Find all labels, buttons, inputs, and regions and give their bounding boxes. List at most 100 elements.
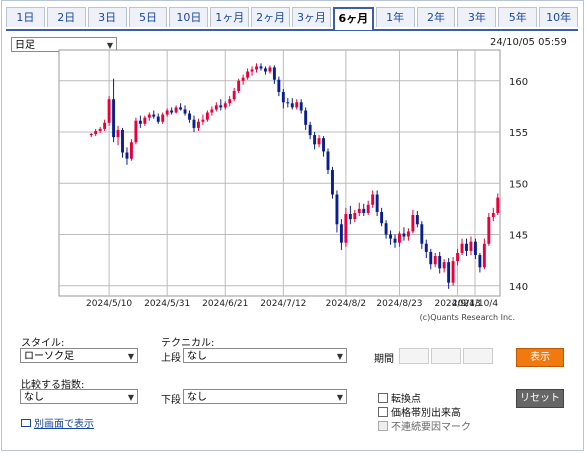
compare-index-select[interactable]: なし ▼ — [20, 389, 138, 404]
chevron-down-icon: ▼ — [127, 393, 134, 402]
candle-body — [339, 224, 343, 243]
candle-body — [170, 110, 174, 113]
candle-body — [420, 224, 424, 244]
period-input-1[interactable] — [399, 348, 429, 364]
candle-body — [433, 256, 437, 265]
copyright-text: (c)Quants Research Inc. — [420, 313, 515, 322]
x-tick-label: 2024/5/10 — [86, 299, 132, 309]
candle-body — [491, 212, 495, 218]
candle-body — [268, 67, 272, 72]
candle-body — [89, 134, 93, 136]
candle-body — [473, 241, 477, 255]
candle-body — [496, 197, 500, 213]
candle-body — [138, 120, 142, 124]
candle-body — [281, 92, 285, 103]
candle-body — [451, 261, 455, 283]
x-tick-label: 2024/8/2 — [326, 299, 366, 309]
candle-body — [134, 120, 138, 143]
lower-technical-select[interactable]: なし ▼ — [183, 389, 347, 404]
candle-body — [103, 122, 107, 129]
candle-body — [125, 152, 129, 159]
period-label: 期間 — [374, 354, 394, 365]
candle-body — [255, 66, 258, 70]
candle-body — [353, 212, 357, 220]
candle-body — [424, 243, 428, 252]
candle-body — [196, 121, 200, 128]
new-window-label: 別画面で表示 — [34, 419, 94, 430]
technical-label: テクニカル: — [161, 338, 215, 349]
candle-body — [482, 243, 486, 268]
candle-body — [241, 77, 245, 81]
candle-body — [94, 130, 98, 135]
candle-body — [121, 129, 124, 153]
candle-body — [152, 114, 156, 117]
discontinuity-label: 不連続要因マーク — [391, 422, 471, 433]
candle-body — [411, 215, 415, 232]
candle-body — [322, 138, 325, 152]
upper-technical-value: なし — [187, 351, 207, 362]
chevron-down-icon: ▼ — [336, 352, 343, 361]
candle-body — [348, 214, 352, 220]
period-input-2[interactable] — [431, 348, 461, 364]
candle-body — [214, 105, 218, 110]
candle-body — [406, 231, 410, 237]
candle-body — [129, 142, 133, 159]
candlestick-chart: 140 145 150 155 160 2024/5/10 2024/5/31 2024/6/… — [58, 49, 528, 322]
candle-body — [389, 234, 393, 239]
candle-body — [188, 113, 191, 120]
chevron-down-icon: ▼ — [336, 393, 343, 402]
discontinuity-checkbox[interactable]: 不連続要因マーク — [378, 418, 471, 433]
candle-body — [465, 243, 468, 251]
upper-technical-select[interactable]: なし ▼ — [183, 348, 347, 363]
style-select[interactable]: ローソク足 ▼ — [20, 348, 138, 363]
y-tick-label: 145 — [509, 231, 528, 242]
period-input-3[interactable] — [463, 348, 493, 364]
show-button[interactable]: 表示 — [516, 348, 564, 367]
style-label: スタイル: — [21, 338, 65, 349]
candle-body — [246, 71, 250, 78]
candle-body — [290, 103, 294, 108]
candle-body — [143, 117, 147, 124]
x-tick-label: 2024/8/23 — [376, 299, 422, 309]
turning-point-checkbox[interactable]: 転換点 — [378, 390, 421, 405]
candle-body — [295, 102, 299, 108]
candle-body — [429, 251, 433, 265]
volume-by-price-checkbox[interactable]: 価格帯別出来高 — [378, 404, 461, 419]
candle-body — [478, 255, 482, 268]
candle-body — [331, 169, 334, 195]
candle-body — [460, 243, 464, 253]
new-window-link[interactable]: 別画面で表示 — [21, 415, 94, 430]
candle-body — [442, 262, 446, 269]
candle-body — [366, 204, 370, 213]
candle-body — [223, 103, 227, 108]
reset-button[interactable]: リセット — [516, 389, 564, 408]
chevron-down-icon: ▼ — [127, 352, 134, 361]
candle-body — [402, 233, 406, 237]
candle-body — [174, 107, 178, 113]
candle-body — [201, 119, 205, 122]
y-tick-label: 150 — [509, 179, 528, 190]
candle-body — [469, 241, 473, 251]
candle-body — [237, 80, 241, 91]
candle-body — [147, 114, 151, 118]
candle-body — [192, 119, 196, 128]
candle-body — [393, 238, 397, 243]
candle-body — [384, 223, 388, 235]
checkbox-icon — [378, 421, 388, 431]
candle-body — [299, 102, 303, 111]
candle-body — [380, 211, 384, 224]
candle-body — [326, 151, 330, 170]
candle-body — [156, 116, 160, 122]
candle-body — [112, 99, 116, 138]
y-tick-label: 160 — [509, 77, 528, 88]
y-tick-label: 155 — [509, 128, 528, 139]
candle-body — [228, 99, 232, 104]
candle-body — [205, 112, 209, 120]
x-tick-label: 2024/5/31 — [144, 299, 190, 309]
new-window-icon — [21, 419, 31, 427]
candle-body — [161, 114, 165, 122]
compare-index-value: なし — [24, 392, 44, 403]
x-tick-label: 2024/7/12 — [260, 299, 306, 309]
candle-body — [107, 99, 111, 123]
candle-body — [447, 262, 451, 283]
